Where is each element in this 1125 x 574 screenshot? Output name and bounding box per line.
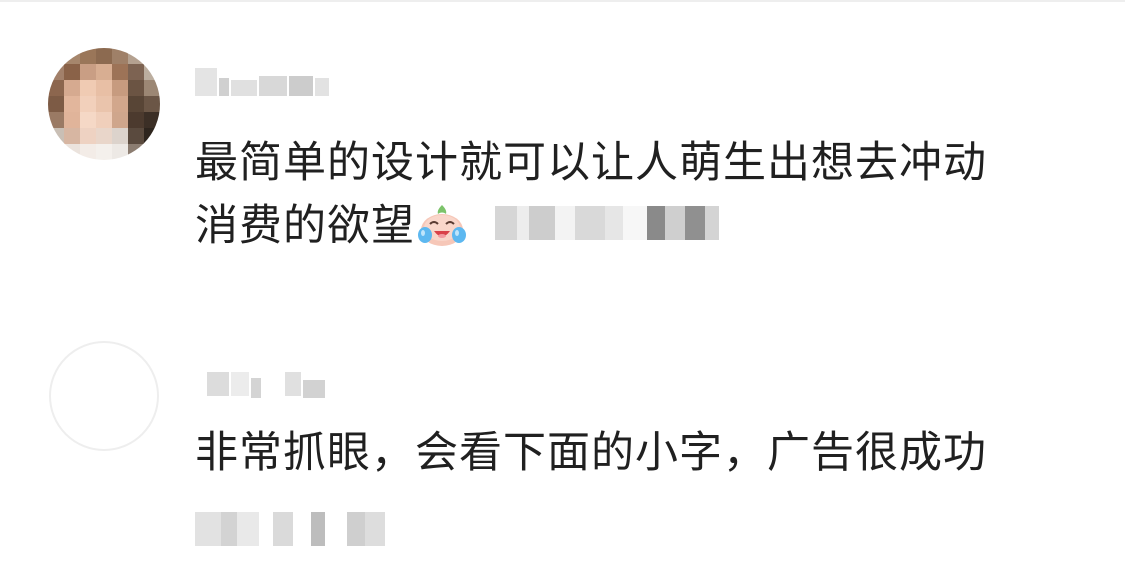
comment-text-line1: 最简单的设计就可以让人萌生出想去冲动 — [195, 138, 987, 188]
blank-avatar-image — [49, 341, 159, 451]
comment-text: 最简单的设计就可以让人萌生出想去冲动 消费的欲望 — [195, 132, 987, 266]
avatar[interactable] — [48, 340, 160, 452]
username-blurred[interactable] — [207, 370, 327, 398]
comment-text: 非常抓眼，会看下面的小字，广告很成功 — [195, 422, 987, 485]
comment-meta-blurred[interactable] — [495, 206, 719, 240]
comment-text-line2-content: 消费的欲望 — [195, 201, 415, 251]
comment-item-1: 最简单的设计就可以让人萌生出想去冲动 消费的欲望 — [0, 0, 1125, 300]
avatar[interactable] — [48, 48, 160, 160]
crying-laughing-peach-emoji-icon — [417, 202, 467, 266]
comment-item-2: 非常抓眼，会看下面的小字，广告很成功 — [0, 300, 1125, 574]
comment-text-line1: 非常抓眼，会看下面的小字，广告很成功 — [195, 428, 987, 478]
comment-meta-blurred[interactable] — [195, 512, 385, 546]
username-blurred[interactable] — [195, 68, 331, 96]
avatar-image — [48, 48, 160, 160]
